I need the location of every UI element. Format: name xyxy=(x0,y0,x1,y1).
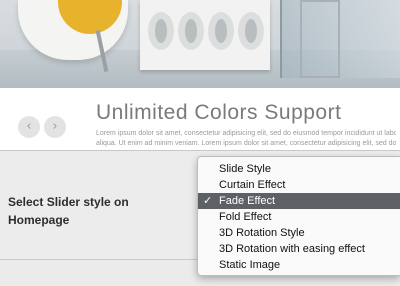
glass-door xyxy=(300,0,340,78)
slide-title: Unlimited Colors Support xyxy=(96,101,342,124)
chevron-left-icon: ‹ xyxy=(26,119,32,134)
slide-text-line: aliqua. Ut enim ad minim veniam. Lorem i… xyxy=(96,140,396,147)
chevron-right-icon: › xyxy=(52,119,58,134)
desk-ring xyxy=(148,12,174,50)
glass-wall xyxy=(280,0,400,78)
desk-ring xyxy=(208,12,234,50)
reception-desk xyxy=(140,0,270,70)
option-label: Fade Effect xyxy=(219,195,276,207)
slide-text-line: Lorem ipsum dolor sit amet, consectetur … xyxy=(96,130,396,137)
label-line: Select Slider style on xyxy=(8,195,129,209)
dropdown-option-fade-effect[interactable]: ✓ Fade Effect xyxy=(198,193,400,209)
slider-style-label: Select Slider style on Homepage xyxy=(8,193,178,229)
option-label: Static Image xyxy=(219,259,281,271)
slider-prev-button[interactable]: ‹ xyxy=(18,116,40,138)
option-label: Curtain Effect xyxy=(219,179,286,191)
dropdown-option-curtain-effect[interactable]: Curtain Effect xyxy=(198,177,400,193)
desk-ring xyxy=(238,12,264,50)
option-label: Fold Effect xyxy=(219,211,272,223)
dropdown-option-static-image[interactable]: Static Image xyxy=(198,257,400,273)
slider-next-button[interactable]: › xyxy=(44,116,66,138)
option-label: 3D Rotation with easing effect xyxy=(219,243,365,255)
dropdown-option-slide-style[interactable]: Slide Style xyxy=(198,161,400,177)
slider-preview-image xyxy=(0,0,400,88)
dropdown-option-3d-rotation-style[interactable]: 3D Rotation Style xyxy=(198,225,400,241)
label-line: Homepage xyxy=(8,213,70,227)
checkmark-icon: ✓ xyxy=(203,195,213,207)
slide-text: Lorem ipsum dolor sit amet, consectetur … xyxy=(96,129,396,149)
dropdown-option-3d-rotation-easing[interactable]: 3D Rotation with easing effect xyxy=(198,241,400,257)
slider-style-dropdown[interactable]: Slide Style Curtain Effect ✓ Fade Effect… xyxy=(197,156,400,276)
option-label: Slide Style xyxy=(219,163,271,175)
option-label: 3D Rotation Style xyxy=(219,227,305,239)
dropdown-option-fold-effect[interactable]: Fold Effect xyxy=(198,209,400,225)
desk-ring xyxy=(178,12,204,50)
